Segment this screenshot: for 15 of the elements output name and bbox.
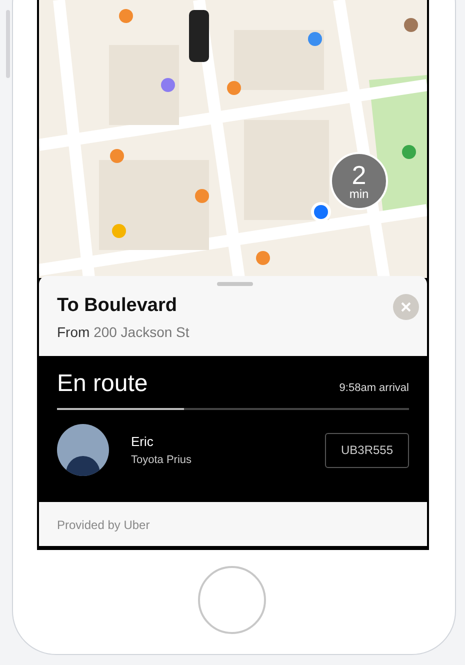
from-address: 200 Jackson St	[94, 324, 190, 340]
eta-minutes: 2	[352, 162, 366, 188]
provider-note: Provided by Uber	[39, 502, 427, 546]
eta-unit: min	[349, 188, 369, 200]
close-button[interactable]	[393, 294, 419, 320]
grabber-handle[interactable]	[217, 282, 253, 286]
license-plate: UB3R555	[325, 432, 409, 468]
destination-title: To Boulevard	[57, 294, 177, 318]
driver-avatar	[57, 424, 109, 476]
close-icon	[401, 302, 411, 312]
driver-name: Eric	[131, 433, 154, 451]
from-label: From	[57, 324, 90, 340]
arrival-time: 9:58am arrival	[339, 380, 409, 396]
car-model: Toyota Prius	[131, 452, 192, 468]
trip-status: En route	[57, 372, 148, 396]
